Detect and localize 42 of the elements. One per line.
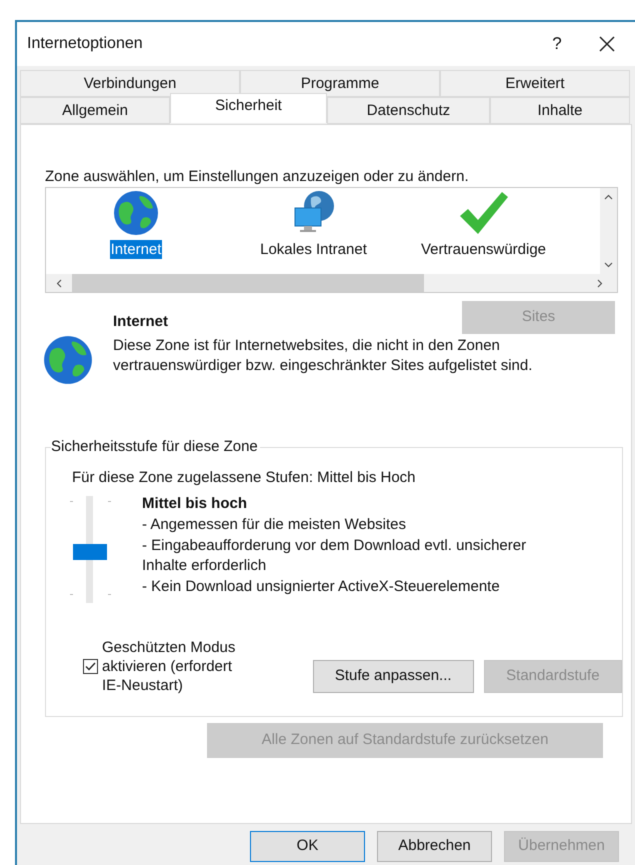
tick-mark [108,501,111,502]
tab[interactable]: Allgemein [20,97,170,124]
zone-name: Internet [113,312,168,332]
checkmark-icon [85,662,96,671]
tab[interactable]: Sicherheit [170,93,327,123]
tab[interactable]: Datenschutz [327,97,490,124]
checkmark-icon [458,190,510,236]
level-detail: - Angemessen für die meisten Websites [142,515,408,535]
checkbox[interactable] [83,659,98,674]
level-detail: - Eingabeaufforderung vor dem Download evtl. unsicherer Inhalte erforderlich [142,536,528,576]
zone-item[interactable]: Internet [110,240,162,259]
dialog-button[interactable]: OK [250,831,365,862]
level-detail: - Kein Download unsignierter ActiveX-Steuerelemente [142,577,501,597]
instruction-text: Zone auswählen, um Einstellungen anzuzeigen oder zu ändern. [45,167,470,187]
checkbox-label: Geschützten Modus aktivieren (erfordert IE-Neustart) [102,638,236,695]
tab[interactable]: Programme [240,70,440,97]
left-caret-icon[interactable] [56,278,62,288]
zone-item[interactable]: Vertrauenswürdige [420,240,548,259]
tick-mark [108,594,111,595]
zone-description: Diese Zone ist für Internetwebsites, die nicht in den Zonen vertrauenswürdiger bzw. eingeschränkter Sites aufgelistet sind. [113,336,534,376]
tab[interactable]: Inhalte [490,97,630,124]
globe-icon [43,335,93,385]
level-button[interactable]: Stufe anpassen... [312,660,474,693]
dialog-button[interactable]: Abbrechen [377,831,492,862]
vertical-scrollbar[interactable] [600,188,617,274]
close-icon [599,36,615,52]
tab[interactable]: Erweitert [440,70,630,97]
level-name: Mittel bis hoch [142,494,248,514]
scrollbar-thumb[interactable] [72,274,424,292]
down-caret-icon[interactable] [604,262,613,268]
up-caret-icon[interactable] [604,194,613,200]
allowed-levels-text: Für diese Zone zugelassene Stufen: Mittel bis Hoch [72,468,417,488]
tick-mark [70,501,73,502]
globe-icon [113,190,159,236]
tab[interactable]: Verbindungen [20,70,240,97]
window-title: Internetoptionen [27,34,143,54]
help-button[interactable]: ? [537,31,577,57]
horizontal-scrollbar[interactable] [46,274,617,292]
right-caret-icon[interactable] [597,278,603,288]
zone-item[interactable]: Lokales Intranet [259,240,368,259]
slider-thumb[interactable] [73,544,107,560]
tick-mark [70,594,73,595]
